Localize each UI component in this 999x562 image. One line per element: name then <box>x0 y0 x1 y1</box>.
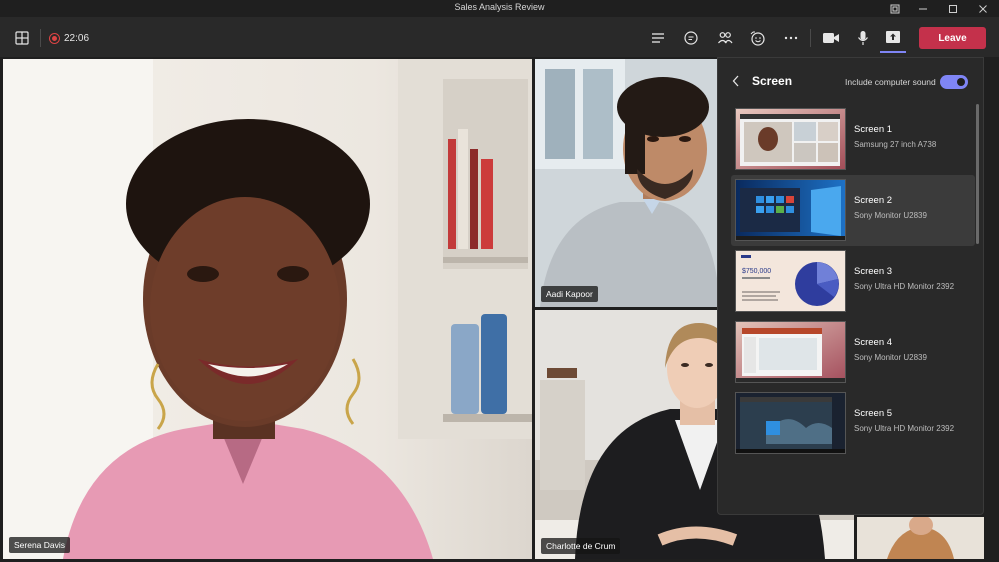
screen-name: Screen 3 <box>854 266 893 277</box>
screen-monitor: Samsung 27 inch A738 <box>854 140 937 149</box>
include-sound-label: Include computer sound <box>845 77 936 87</box>
agenda-icon[interactable] <box>645 25 671 51</box>
leave-button[interactable]: Leave <box>919 27 986 49</box>
include-sound-toggle[interactable] <box>940 75 968 89</box>
participant-video <box>3 59 532 559</box>
screen-name: Screen 5 <box>854 408 893 419</box>
people-icon[interactable] <box>712 25 738 51</box>
recording-icon <box>49 32 60 44</box>
participant-video <box>857 517 984 559</box>
teams-meeting-window: Sales Analysis Review 22:06 Leave Serena… <box>0 0 999 562</box>
screen-option-1[interactable]: Screen 1 Samsung 27 inch A738 <box>718 104 985 175</box>
toolbar-divider <box>40 29 41 47</box>
screen-thumbnail <box>735 321 846 383</box>
toolbar-divider <box>810 29 811 47</box>
screen-thumbnail <box>735 108 846 170</box>
screen-3-thumb-figure: $750,000 <box>742 268 771 275</box>
screen-list: Screen 1 Samsung 27 inch A738 Screen 2 S… <box>718 104 985 459</box>
screen-name: Screen 1 <box>854 124 893 135</box>
window-title: Sales Analysis Review <box>454 2 545 12</box>
screen-name: Screen 2 <box>854 195 893 206</box>
popout-icon[interactable] <box>881 0 909 17</box>
screen-monitor: Sony Ultra HD Monitor 2392 <box>854 282 955 291</box>
share-content-panel: Screen Include computer sound Screen 1 S… <box>717 57 984 515</box>
screen-list-scrollbar[interactable] <box>976 104 979 244</box>
timer-text: 22:06 <box>64 32 90 44</box>
screen-thumbnail <box>735 392 846 454</box>
video-tile-participant-small[interactable] <box>857 517 984 559</box>
maximize-icon[interactable] <box>939 0 967 17</box>
microphone-icon[interactable] <box>850 25 876 51</box>
recording-timer: 22:06 <box>49 29 89 47</box>
screen-monitor: Sony Monitor U2839 <box>854 211 927 220</box>
layout-grid-icon[interactable] <box>9 25 35 51</box>
participant-video <box>535 59 717 307</box>
chat-icon[interactable] <box>678 25 704 51</box>
screen-option-2[interactable]: Screen 2 Sony Monitor U2839 <box>731 175 975 246</box>
video-tile-aadi-kapoor[interactable]: Aadi Kapoor <box>535 59 717 307</box>
close-icon[interactable] <box>969 0 997 17</box>
screen-thumbnail <box>735 179 846 241</box>
screen-option-5[interactable]: Screen 5 Sony Ultra HD Monitor 2392 <box>718 388 985 459</box>
screen-option-4[interactable]: Screen 4 Sony Monitor U2839 <box>718 317 985 388</box>
participant-name-tag: Serena Davis <box>9 537 71 553</box>
meeting-toolbar: 22:06 Leave <box>0 17 999 57</box>
back-chevron-icon[interactable] <box>732 74 744 88</box>
video-tile-serena-davis[interactable]: Serena Davis <box>3 59 532 559</box>
panel-title: Screen <box>752 74 793 88</box>
share-screen-icon <box>886 31 900 43</box>
screen-thumbnail: $750,000 <box>735 250 846 312</box>
title-bar: Sales Analysis Review <box>0 0 999 17</box>
participant-name-tag: Aadi Kapoor <box>541 286 598 302</box>
reactions-icon[interactable] <box>745 25 771 51</box>
share-content-button[interactable] <box>880 23 906 53</box>
screen-name: Screen 4 <box>854 337 893 348</box>
more-options-icon[interactable] <box>778 25 804 51</box>
camera-icon[interactable] <box>818 25 844 51</box>
screen-monitor: Sony Ultra HD Monitor 2392 <box>854 424 955 433</box>
minimize-icon[interactable] <box>909 0 937 17</box>
participant-name-tag: Charlotte de Crum <box>541 538 621 554</box>
screen-monitor: Sony Monitor U2839 <box>854 353 927 362</box>
screen-option-3[interactable]: $750,000 Screen 3 Sony Ultra HD Monitor … <box>718 246 985 317</box>
